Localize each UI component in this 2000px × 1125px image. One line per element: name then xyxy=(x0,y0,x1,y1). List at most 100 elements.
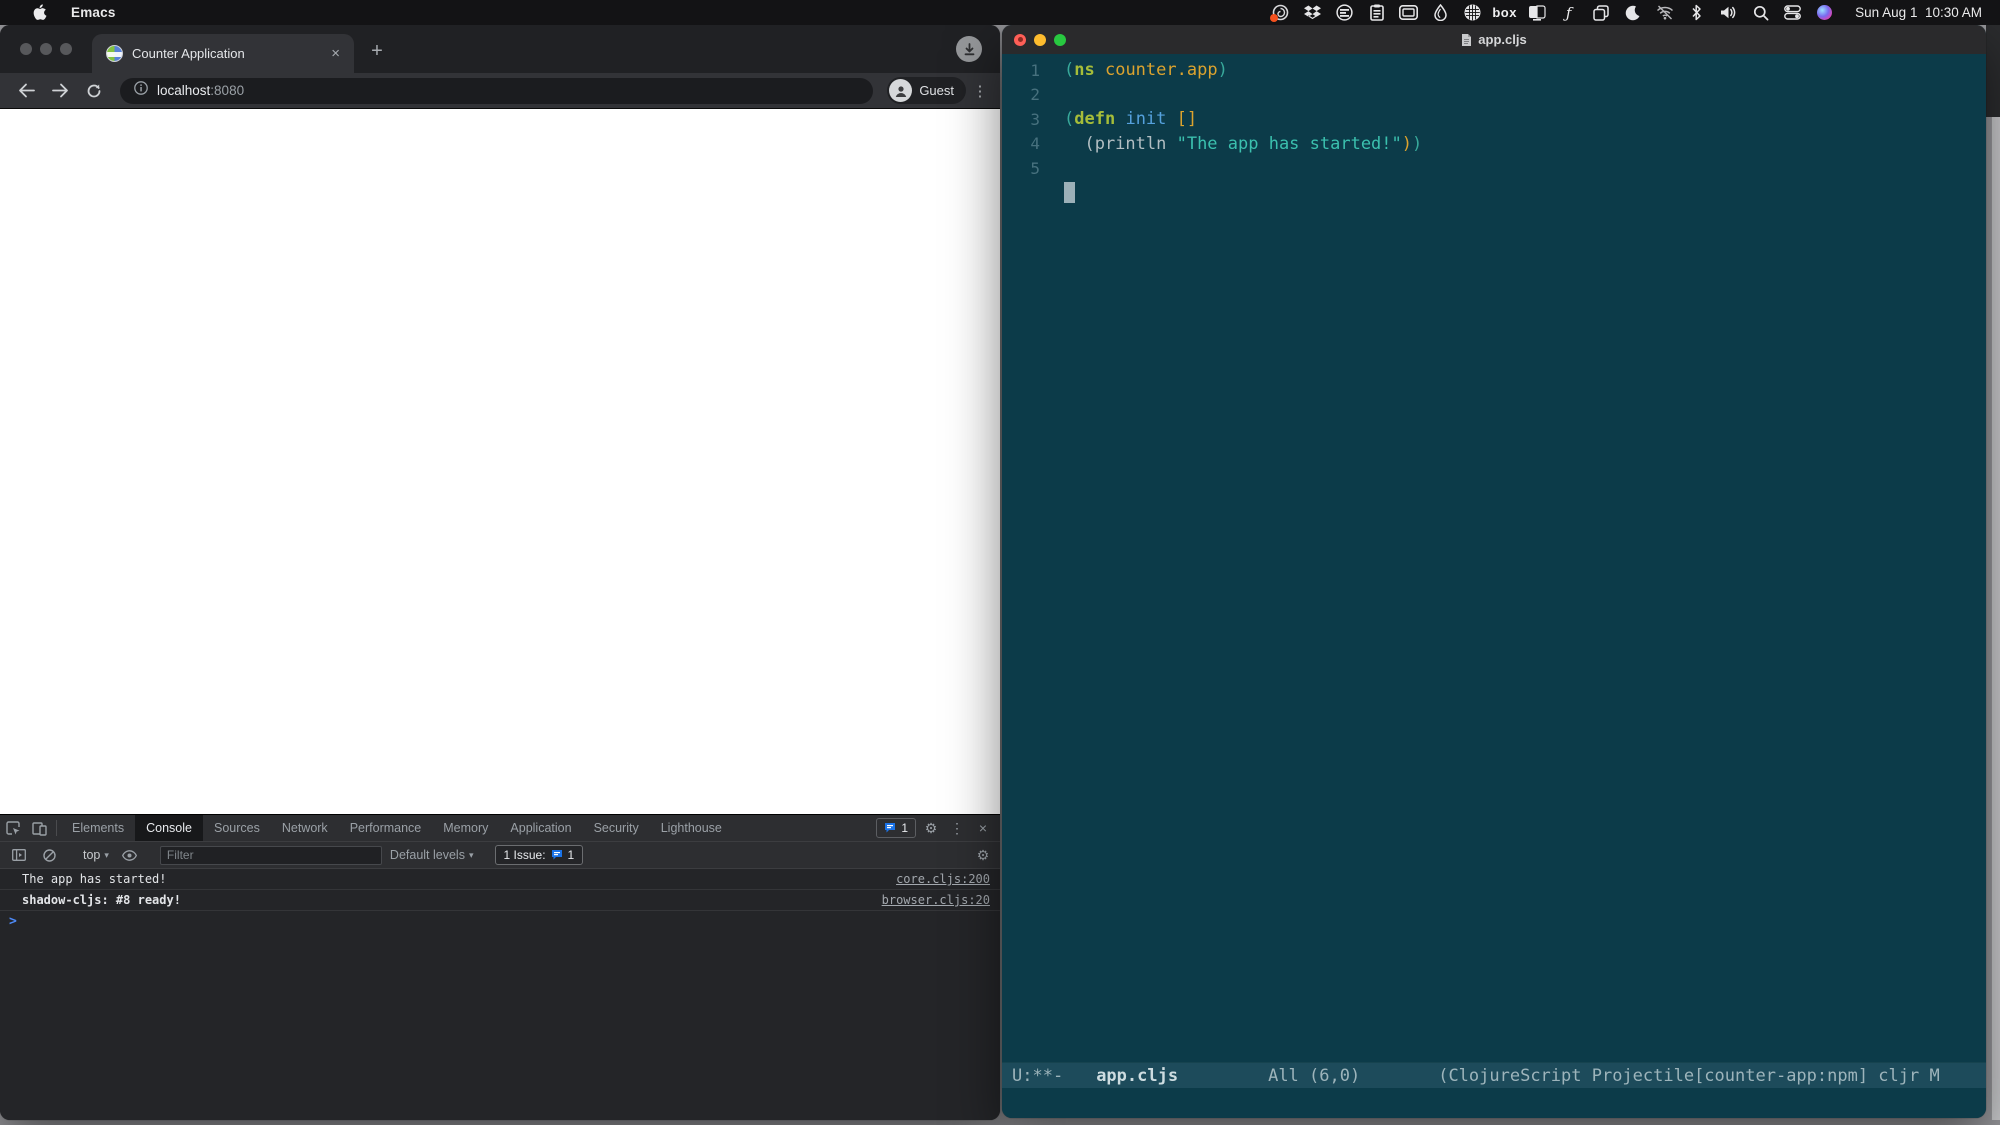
url-text: localhost:8080 xyxy=(157,83,244,98)
menubar-app-name[interactable]: Emacs xyxy=(71,5,116,20)
tab-elements[interactable]: Elements xyxy=(61,815,135,841)
emacs-echo-area[interactable] xyxy=(1002,1088,1986,1118)
droplet-icon[interactable] xyxy=(1431,4,1450,22)
dropbox-icon[interactable] xyxy=(1303,4,1322,22)
avatar xyxy=(889,79,913,102)
tab-close-icon[interactable]: × xyxy=(327,44,344,63)
tab-memory[interactable]: Memory xyxy=(432,815,499,841)
url-host: localhost xyxy=(157,83,211,98)
background-window-edge-dark xyxy=(1986,25,2000,117)
console-message-row: The app has started! core.cljs:200 xyxy=(0,869,1000,890)
context-selector[interactable]: top ▾ xyxy=(79,848,113,862)
issues-counter[interactable]: 1 xyxy=(876,818,916,838)
siri-orb xyxy=(1817,5,1833,20)
browser-tab[interactable]: Counter Application × xyxy=(92,34,354,73)
tab-lighthouse[interactable]: Lighthouse xyxy=(650,815,733,841)
tab-application[interactable]: Application xyxy=(499,815,582,841)
display-icon[interactable] xyxy=(1399,4,1419,22)
clear-console-icon[interactable] xyxy=(36,848,62,862)
line-number: 2 xyxy=(1030,85,1040,105)
devtools-panel: Elements Console Sources Network Perform… xyxy=(0,814,1000,1120)
devtools-tabs: Elements Console Sources Network Perform… xyxy=(61,815,733,841)
function-icon[interactable]: ƒ xyxy=(1559,4,1578,22)
devtools-tabbar-right: 1 ⚙ ⋮ × xyxy=(876,815,1000,841)
bluetooth-icon[interactable] xyxy=(1687,4,1706,22)
console-prompt[interactable]: > xyxy=(0,911,1000,932)
box-icon[interactable]: box xyxy=(1492,4,1516,22)
spiral-icon[interactable] xyxy=(1270,4,1290,22)
apple-menu-icon[interactable] xyxy=(30,4,49,22)
divider xyxy=(56,820,57,836)
chrome-menu-button[interactable]: ⋮ xyxy=(972,77,988,105)
desktop: Emacs box ƒ Sun Aug 1 10:30 AM Counter A… xyxy=(0,0,2000,1125)
document-icon xyxy=(1462,33,1472,46)
display-half-icon[interactable] xyxy=(1527,4,1546,22)
forward-button[interactable] xyxy=(46,77,74,105)
issues-bubble-icon xyxy=(885,823,896,833)
devtools-tabbar: Elements Console Sources Network Perform… xyxy=(0,815,1000,842)
console-source-link[interactable]: browser.cljs:20 xyxy=(882,893,990,907)
site-info-icon[interactable] xyxy=(134,81,148,100)
menubar-clock[interactable]: Sun Aug 1 10:30 AM xyxy=(1855,5,1982,20)
back-button[interactable] xyxy=(12,77,40,105)
cljs-favicon xyxy=(106,45,123,62)
tab-title: Counter Application xyxy=(132,46,245,61)
devtools-close-icon[interactable]: × xyxy=(972,820,994,836)
prompt-chevron-icon: > xyxy=(9,914,17,929)
url-bar[interactable]: localhost:8080 xyxy=(120,77,874,104)
moon-icon[interactable] xyxy=(1623,4,1642,22)
volume-icon[interactable] xyxy=(1719,4,1738,22)
code-line: 1 (ns counter.app) xyxy=(1002,58,1986,83)
inspect-element-icon[interactable] xyxy=(0,815,26,841)
code-text: (ns counter.app) xyxy=(1064,60,1228,81)
device-toolbar-icon[interactable] xyxy=(26,815,52,841)
line-number: 3 xyxy=(1030,109,1040,129)
code-line: 5 xyxy=(1002,156,1986,181)
zoom-window-button[interactable] xyxy=(60,43,72,55)
globe-grid-icon[interactable] xyxy=(1463,4,1482,22)
issues-bubble-icon xyxy=(551,850,562,860)
recording-dot xyxy=(1270,13,1279,22)
chevron-down-icon: ▾ xyxy=(468,849,474,860)
emacs-buffer[interactable]: 1 (ns counter.app) 2 3 (defn init [] 4 (… xyxy=(1002,54,1986,1062)
tab-network[interactable]: Network xyxy=(271,815,339,841)
clipboard-icon[interactable] xyxy=(1367,4,1386,22)
modeline-buffer-name[interactable]: app.cljs xyxy=(1096,1066,1178,1086)
document-lines-icon[interactable] xyxy=(1335,4,1354,22)
code-line: 2 xyxy=(1002,83,1986,108)
chrome-window: Counter Application × + localhost:8080 G… xyxy=(0,25,1000,1120)
wifi-off-icon[interactable] xyxy=(1655,4,1674,22)
new-tab-button[interactable]: + xyxy=(365,41,389,61)
close-window-button[interactable] xyxy=(20,43,32,55)
console-sidebar-icon[interactable] xyxy=(6,849,32,861)
issue-chip[interactable]: 1 Issue: 1 xyxy=(494,845,584,865)
tab-console[interactable]: Console xyxy=(135,815,203,841)
reload-button[interactable] xyxy=(80,77,108,105)
console-toolbar: top▾ Default levels▾ 1 Issue: 1 ⚙ xyxy=(0,842,1000,869)
line-number: 5 xyxy=(1030,158,1040,178)
devtools-settings-icon[interactable]: ⚙ xyxy=(920,820,942,837)
chrome-tabstrip: Counter Application × + xyxy=(0,25,1000,73)
control-center-icon[interactable] xyxy=(1783,4,1802,22)
search-icon[interactable] xyxy=(1751,4,1770,22)
live-expression-eye-icon[interactable] xyxy=(117,849,143,861)
tab-performance[interactable]: Performance xyxy=(339,815,433,841)
issues-count: 1 xyxy=(901,821,908,835)
tab-sources[interactable]: Sources xyxy=(203,815,271,841)
profile-chip[interactable]: Guest xyxy=(887,77,966,104)
log-levels-selector[interactable]: Default levels ▾ xyxy=(386,848,478,862)
downloads-button[interactable] xyxy=(956,36,982,62)
background-window-edge-light xyxy=(1991,117,2000,1120)
copy-icon[interactable] xyxy=(1591,4,1610,22)
console-settings-icon[interactable]: ⚙ xyxy=(972,847,994,864)
modeline-flags: U:**- xyxy=(1012,1065,1064,1086)
chevron-down-icon: ▾ xyxy=(104,849,109,860)
siri-icon[interactable] xyxy=(1815,4,1834,22)
line-number: 1 xyxy=(1030,60,1040,80)
modeline-major-modes[interactable]: (ClojureScript Projectile[counter-app:np… xyxy=(1438,1066,1940,1086)
console-source-link[interactable]: core.cljs:200 xyxy=(896,872,990,886)
devtools-menu-icon[interactable]: ⋮ xyxy=(946,820,968,837)
console-filter-input[interactable] xyxy=(159,845,382,865)
tab-security[interactable]: Security xyxy=(583,815,650,841)
minimize-window-button[interactable] xyxy=(40,43,52,55)
